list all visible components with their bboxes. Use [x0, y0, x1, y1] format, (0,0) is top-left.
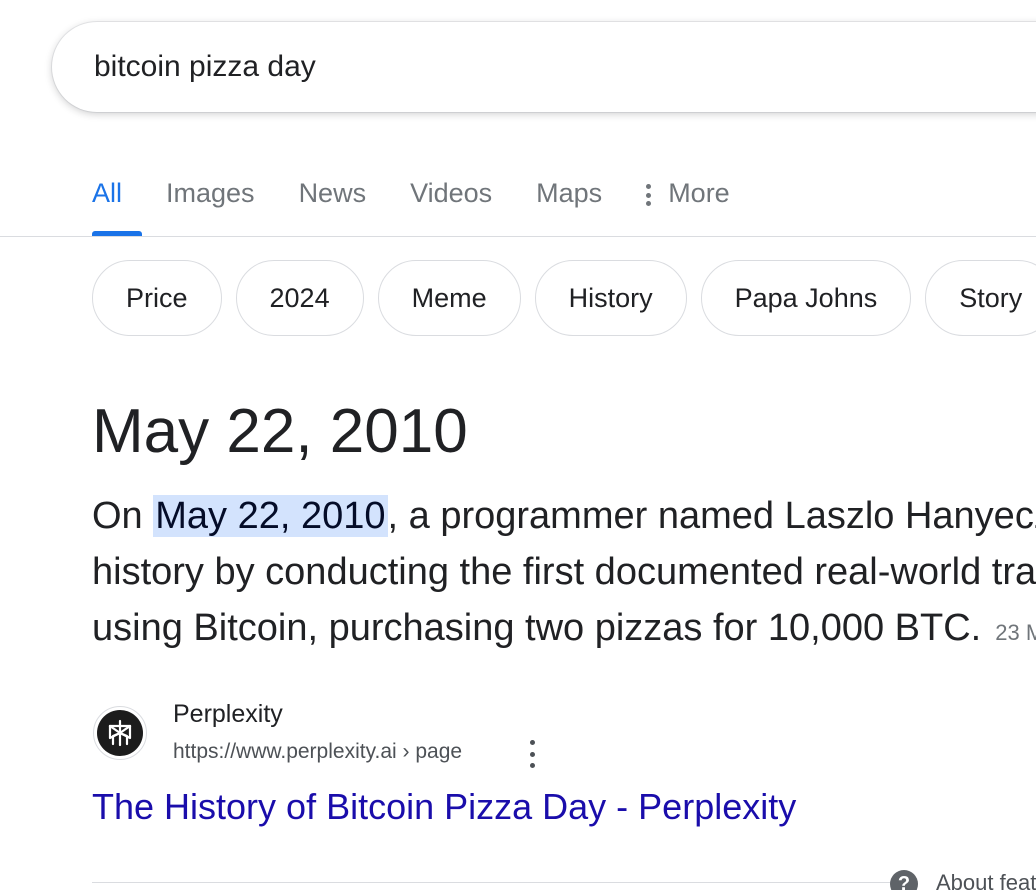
more-vert-icon — [646, 184, 652, 206]
about-featured-snippets[interactable]: About featured snippets — [936, 870, 1036, 890]
featured-snippet-text: On May 22, 2010, a programmer named Lasz… — [92, 488, 1036, 661]
refinement-chips: Price 2024 Meme History Papa Johns Story — [92, 260, 1036, 336]
snippet-highlight: May 22, 2010 — [153, 495, 388, 537]
chip-meme[interactable]: Meme — [377, 260, 521, 336]
tab-images[interactable]: Images — [166, 170, 255, 236]
source-site-name[interactable]: Perplexity — [173, 700, 283, 729]
perplexity-logo-icon[interactable] — [93, 706, 147, 760]
snippet-divider — [92, 882, 892, 883]
search-input[interactable] — [94, 46, 794, 88]
source-url[interactable]: https://www.perplexity.ai › page — [173, 740, 462, 764]
snippet-text-prefix: On — [92, 495, 154, 537]
tab-news[interactable]: News — [299, 170, 367, 236]
tab-more[interactable]: More — [646, 170, 730, 236]
featured-answer-title: May 22, 2010 — [92, 397, 468, 466]
tab-videos[interactable]: Videos — [410, 170, 492, 236]
tab-maps[interactable]: Maps — [536, 170, 602, 236]
chip-price[interactable]: Price — [92, 260, 222, 336]
result-options-icon[interactable] — [527, 740, 537, 768]
tab-more-label: More — [668, 178, 730, 208]
chip-story[interactable]: Story — [925, 260, 1036, 336]
chip-papa-johns[interactable]: Papa Johns — [700, 260, 912, 336]
help-icon[interactable]: ? — [890, 870, 918, 890]
chip-history[interactable]: History — [534, 260, 687, 336]
tab-all[interactable]: All — [92, 170, 143, 236]
tabs-divider — [0, 236, 1036, 237]
search-box[interactable] — [52, 22, 1036, 112]
result-title-link[interactable]: The History of Bitcoin Pizza Day - Perpl… — [92, 786, 796, 828]
search-tabs: All Images News Videos Maps More — [92, 170, 774, 236]
chip-2024[interactable]: 2024 — [235, 260, 364, 336]
snippet-date: 23 May 2024 — [995, 620, 1036, 645]
perplexity-mark-icon — [108, 719, 132, 747]
search-results-page: All Images News Videos Maps More Price 2… — [0, 0, 1036, 890]
